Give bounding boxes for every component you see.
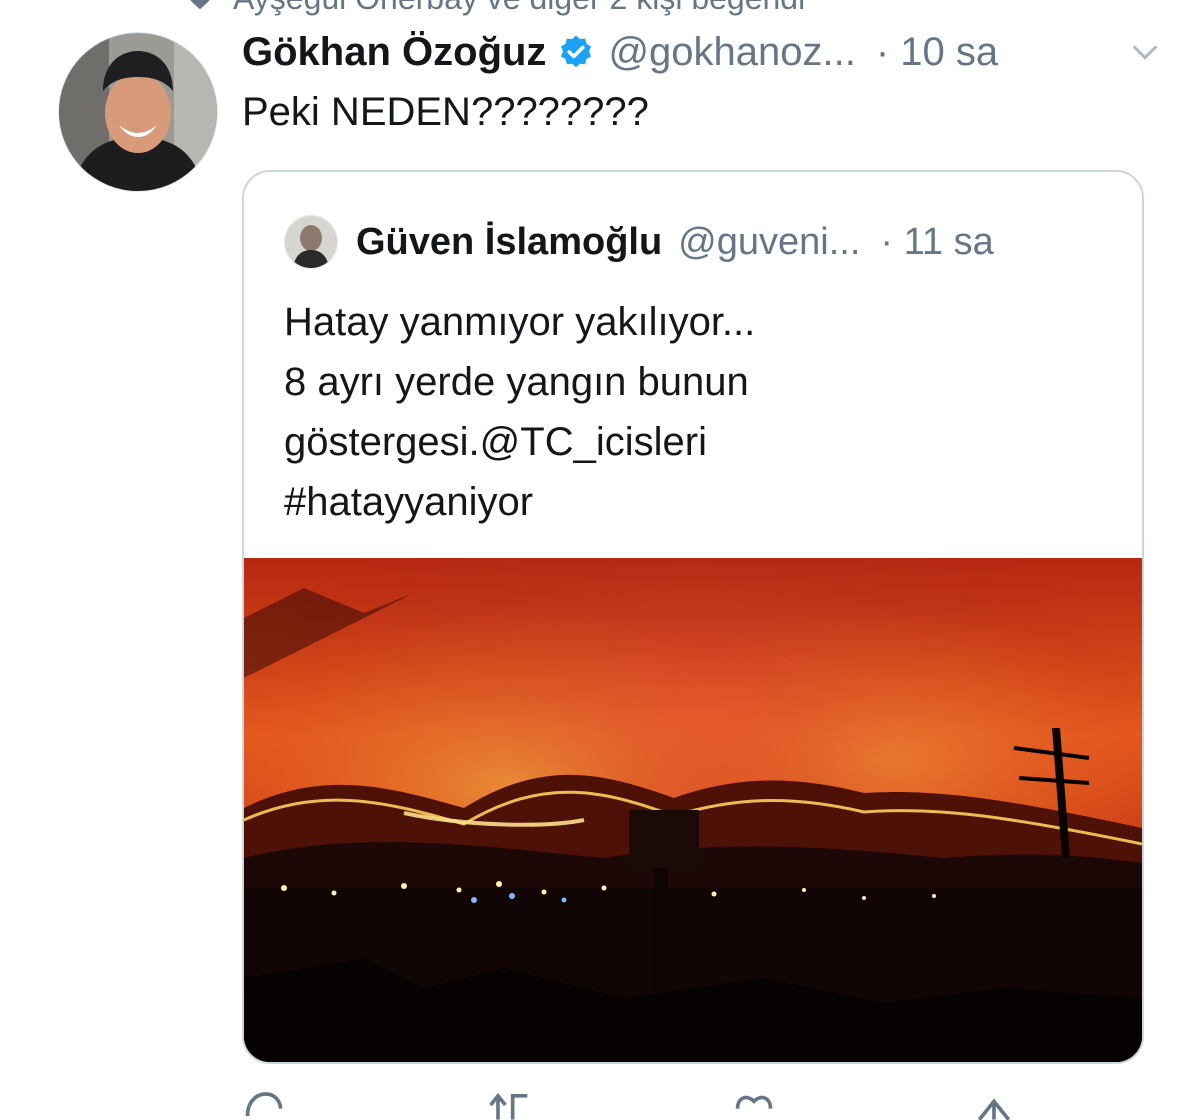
quoted-tweet-card[interactable]: Güven İslamoğlu @guveni... · 11 sa Hatay… <box>242 170 1144 1064</box>
wildfire-photo[interactable] <box>244 558 1142 1062</box>
tweet-text: Peki NEDEN???????? <box>242 90 649 134</box>
quoted-author-avatar <box>284 215 338 269</box>
author-handle[interactable]: @gokhanoz... <box>608 30 855 75</box>
quoted-text-line: #hatayyaniyor <box>284 480 534 524</box>
quoted-author-name: Güven İslamoğlu <box>356 220 663 263</box>
quoted-tweet-text: Hatay yanmıyor yakılıyor... 8 ayrı yerde… <box>284 292 1104 532</box>
quoted-timestamp: · 11 sa <box>880 220 994 263</box>
quoted-tweet-header: Güven İslamoğlu @guveni... · 11 sa <box>284 214 1104 270</box>
reply-icon[interactable] <box>242 1090 286 1120</box>
retweet-icon[interactable] <box>487 1090 531 1120</box>
social-context[interactable]: Ayşegül Onerbay ve diğer 2 kişi beğendi <box>185 0 805 18</box>
quoted-text-line: Hatay yanmıyor yakılıyor... <box>284 300 756 344</box>
social-context-text: Ayşegül Onerbay ve diğer 2 kişi beğendi <box>233 0 805 17</box>
tweet-header: Gökhan Özoğuz @gokhanoz... · 10 sa <box>242 22 1162 82</box>
heart-icon <box>190 0 210 10</box>
like-icon[interactable] <box>732 1090 776 1120</box>
tweet-timestamp[interactable]: · 10 sa <box>876 30 998 75</box>
tweet-action-bar <box>242 1082 1142 1120</box>
share-icon[interactable] <box>972 1090 1016 1120</box>
verified-badge-icon <box>561 35 592 68</box>
chevron-down-icon[interactable] <box>1128 35 1162 69</box>
quoted-text-line: göstergesi.@TC_icisleri <box>284 420 707 464</box>
quoted-text-line: 8 ayrı yerde yangın bunun <box>284 360 749 404</box>
author-name[interactable]: Gökhan Özoğuz <box>242 30 546 75</box>
quoted-author-handle: @guveni... <box>678 220 861 263</box>
author-avatar[interactable] <box>58 32 218 192</box>
